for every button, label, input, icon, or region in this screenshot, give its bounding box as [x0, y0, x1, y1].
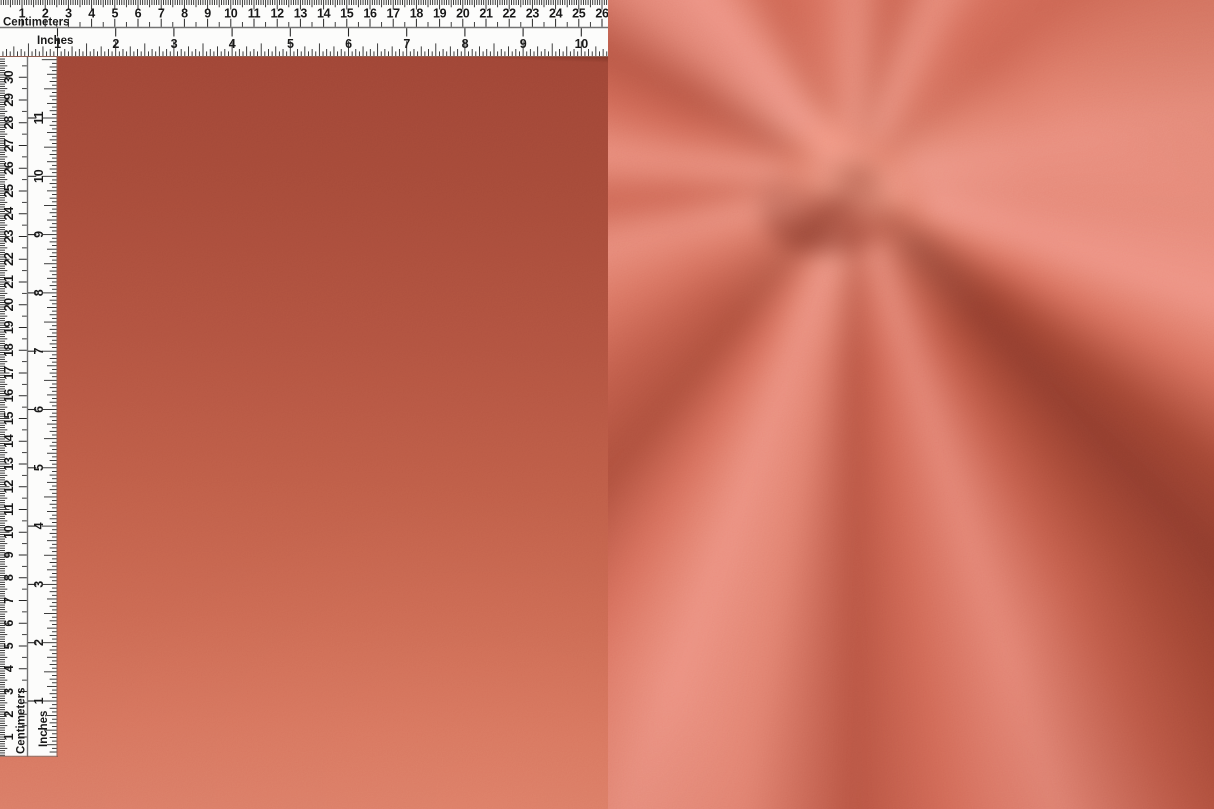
ruler-number: 13 — [294, 7, 308, 21]
ruler-number: 29 — [2, 93, 16, 107]
ruler-number: 7 — [2, 597, 16, 604]
ruler-number: 30 — [2, 70, 16, 84]
ruler-number: 17 — [387, 7, 401, 21]
fabric-swatch — [0, 57, 608, 809]
ruler-number: 18 — [2, 343, 16, 357]
ruler-number: 19 — [2, 321, 16, 335]
ruler-number: 10 — [224, 7, 238, 21]
ruler-number: 19 — [433, 7, 447, 21]
ruler-number: 9 — [2, 551, 16, 558]
ruler-number: 22 — [2, 252, 16, 266]
ruler-number: 4 — [2, 665, 16, 672]
ruler-number: 14 — [2, 434, 16, 448]
ruler-number: 20 — [2, 298, 16, 312]
fabric-swatch-panel: 1234567891011121314151617181920212223242… — [0, 0, 608, 809]
ruler-number: 15 — [2, 412, 16, 426]
ruler-number: 23 — [2, 230, 16, 244]
ruler-number: 24 — [2, 207, 16, 221]
ruler-top: 1234567891011121314151617181920212223242… — [0, 0, 608, 57]
ruler-number: 26 — [595, 7, 608, 21]
ruler-number: 28 — [2, 116, 16, 130]
ruler-number: 27 — [2, 139, 16, 153]
ruler-number: 8 — [2, 574, 16, 581]
ruler-number: 26 — [2, 161, 16, 175]
ruler-number: 12 — [271, 7, 285, 21]
ruler-number: 3 — [2, 688, 16, 695]
ruler-side: 1234567891011121314151617181920212223242… — [0, 57, 58, 757]
fabric-swirl-panel — [608, 0, 1214, 809]
ruler-number: 17 — [2, 366, 16, 380]
ruler-number: 6 — [2, 620, 16, 627]
centimeters-label-top: Centimeters — [3, 17, 69, 29]
ruler-number: 1 — [2, 733, 16, 740]
ruler-number: 11 — [248, 7, 261, 21]
ruler-number: 16 — [2, 389, 16, 403]
ruler-number: 9 — [204, 7, 211, 21]
swirl-vignette — [608, 0, 1214, 809]
ruler-number: 15 — [340, 7, 354, 21]
fabric-swirl-photo — [608, 0, 1214, 809]
ruler-number: 6 — [135, 7, 142, 21]
ruler-number: 25 — [2, 184, 16, 198]
ruler-number: 20 — [456, 7, 470, 21]
ruler-number: 25 — [572, 7, 586, 21]
ruler-number: 16 — [363, 7, 377, 21]
ruler-number: 23 — [526, 7, 540, 21]
ruler-number: 5 — [2, 642, 16, 649]
centimeters-label-side: Centimeters — [16, 688, 28, 754]
ruler-number: 21 — [479, 7, 493, 21]
inches-label-top: Inches — [37, 35, 73, 47]
ruler-number: 8 — [181, 7, 188, 21]
ruler-number: 11 — [2, 503, 16, 516]
fabric-product-photo: { "image": { "type": "product-photo", "s… — [0, 0, 1214, 809]
ruler-number: 13 — [2, 457, 16, 471]
ruler-number: 24 — [549, 7, 563, 21]
ruler-number: 14 — [317, 7, 331, 21]
inch-ruler-body — [0, 28, 608, 58]
ruler-number: 7 — [158, 7, 165, 21]
ruler-number: 4 — [88, 7, 95, 21]
ruler-number: 18 — [410, 7, 424, 21]
ruler-number: 21 — [2, 275, 16, 289]
ruler-number: 2 — [2, 711, 16, 718]
ruler-number: 22 — [503, 7, 517, 21]
ruler-number: 12 — [2, 480, 16, 494]
ruler-number: 5 — [111, 7, 118, 21]
ruler-number: 10 — [2, 525, 16, 539]
inches-label-side: Inches — [38, 711, 50, 747]
